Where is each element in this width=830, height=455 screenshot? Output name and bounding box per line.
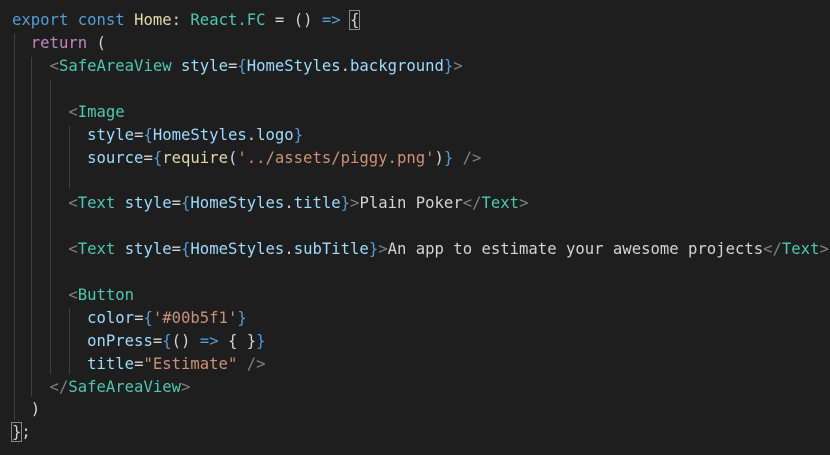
code-line-14: color={'#00b5f1'}	[87, 309, 247, 327]
jsx-tag-safeareaview: SafeAreaView	[58, 57, 172, 75]
code-line-13: <Button	[68, 286, 135, 304]
code-line-18: )	[12, 400, 41, 418]
code-line-19: };	[10, 422, 31, 442]
identifier-home: Home	[134, 11, 172, 29]
string-asset-path: '../assets/piggy.png'	[237, 149, 435, 167]
type-react-fc: React.FC	[190, 11, 266, 29]
code-line-5: <Image	[68, 103, 125, 121]
code-line-6: style={HomeStyles.logo}	[87, 126, 304, 144]
string-color: '#00b5f1'	[152, 309, 238, 327]
jsx-tag-text: Text	[77, 194, 116, 212]
code-line-2: return (	[30, 34, 106, 52]
jsx-tag-text: Text	[77, 240, 116, 258]
code-editor[interactable]: export const Home: React.FC = () => { re…	[0, 0, 830, 455]
code-line-3: <SafeAreaView style={HomeStyles.backgrou…	[49, 57, 463, 75]
string-title: "Estimate"	[143, 355, 238, 373]
code-line-7: source={require('../assets/piggy.png')} …	[87, 149, 482, 167]
jsx-text-title: Plain Poker	[359, 194, 463, 212]
keyword-const: const	[77, 11, 125, 29]
code-line-1: export const Home: React.FC = () => {	[12, 10, 361, 30]
code-line-9: <Text style={HomeStyles.title}>Plain Pok…	[68, 194, 529, 212]
jsx-tag-image: Image	[77, 103, 125, 121]
jsx-text-subtitle: An app to estimate your awesome projects	[387, 240, 764, 258]
keyword-export: export	[12, 11, 69, 29]
keyword-return: return	[30, 34, 88, 52]
code-line-15: onPress={() => { }}	[87, 332, 266, 350]
code-line-17: </SafeAreaView>	[49, 378, 191, 396]
matched-bracket: {	[349, 10, 361, 30]
code-line-16: title="Estimate" />	[87, 355, 266, 373]
jsx-tag-button: Button	[77, 286, 135, 304]
matched-bracket: }	[10, 422, 23, 442]
code-line-11: <Text style={HomeStyles.subTitle}>An app…	[68, 240, 829, 258]
